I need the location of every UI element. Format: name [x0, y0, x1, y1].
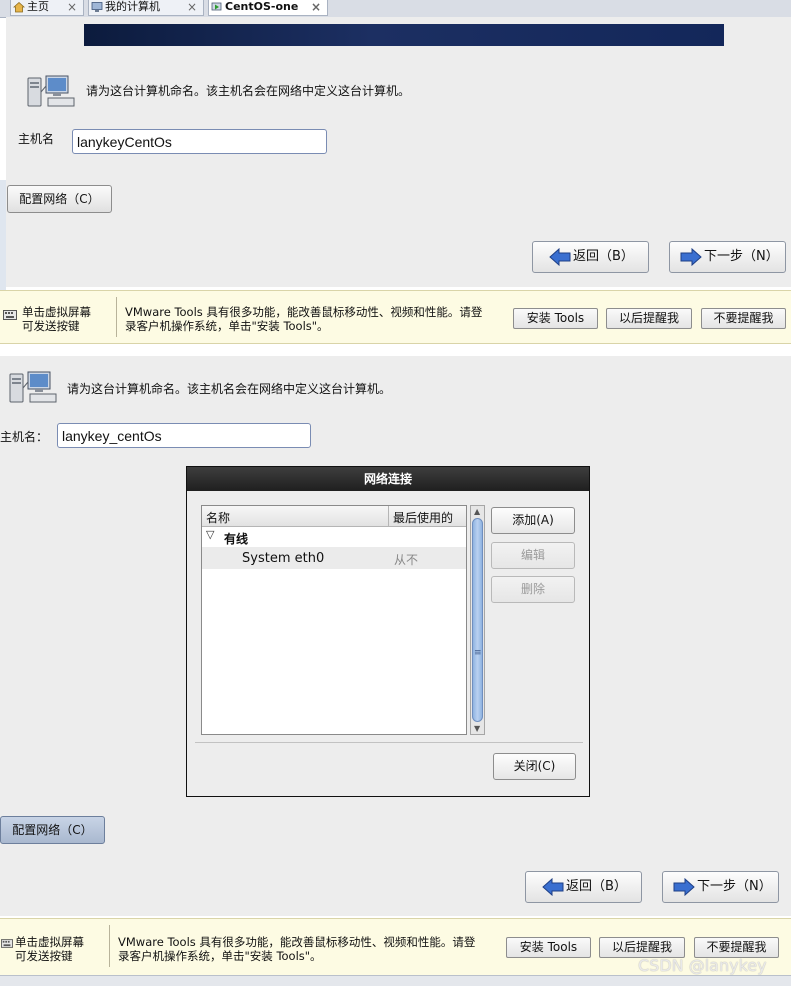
- vmware-tools-bar: 单击虚拟屏幕 可发送按键 VMware Tools 具有很多功能，能改善鼠标移动…: [0, 290, 791, 344]
- tab-centos-one[interactable]: CentOS-one ×: [208, 0, 328, 16]
- scroll-up-icon[interactable]: ▲: [474, 507, 480, 516]
- hostname-label: 主机名：: [0, 430, 49, 444]
- tab-my-computer[interactable]: 我的计算机 ×: [88, 0, 204, 16]
- tab-home-label: 主页: [27, 0, 49, 13]
- expander-down-icon[interactable]: ▽: [206, 528, 214, 541]
- host-sidebar-edge: [0, 180, 6, 290]
- grip-icon: ≡: [474, 648, 482, 658]
- next-button[interactable]: 下一步（N）: [662, 871, 779, 903]
- column-divider: [388, 506, 389, 526]
- remind-later-button[interactable]: 以后提醒我: [599, 937, 685, 958]
- column-last-used[interactable]: 最后使用的: [393, 509, 453, 526]
- click-screen-hint: 单击虚拟屏幕 可发送按键: [22, 305, 91, 333]
- arrow-right-icon: [673, 878, 695, 896]
- vmware-tools-message: VMware Tools 具有很多功能，能改善鼠标移动性、视频和性能。请登 录客…: [118, 935, 476, 963]
- back-button[interactable]: 返回（B）: [532, 241, 649, 273]
- connections-list[interactable]: 名称 最后使用的 ▽ 有线 System eth0 从不: [201, 505, 467, 735]
- tab-centos-one-label: CentOS-one: [225, 0, 299, 13]
- network-connections-dialog: 网络连接 名称 最后使用的 ▽ 有线 System eth0 从不 ▲ ≡ ▼ …: [186, 466, 590, 797]
- arrow-right-icon: [680, 248, 702, 266]
- configure-network-button[interactable]: 配置网络（C）: [7, 185, 112, 213]
- hostname-field[interactable]: [57, 423, 311, 448]
- home-icon: [13, 1, 25, 13]
- network-computers-icon: [27, 75, 75, 107]
- connection-last-used: 从不: [394, 553, 419, 567]
- hostname-label: 主机名: [18, 132, 55, 146]
- hostname-description: 请为这台计算机命名。该主机名会在网络中定义这台计算机。: [67, 382, 392, 396]
- connection-name: System eth0: [242, 551, 325, 566]
- list-header: 名称 最后使用的: [202, 506, 466, 527]
- install-tools-button[interactable]: 安装 Tools: [506, 937, 591, 958]
- status-bar: [0, 975, 791, 986]
- installer-banner: [84, 24, 724, 46]
- never-remind-button[interactable]: 不要提醒我: [694, 937, 779, 958]
- hostname-field[interactable]: [72, 129, 327, 154]
- list-scrollbar[interactable]: ▲ ≡ ▼: [470, 505, 485, 735]
- divider: [116, 297, 117, 337]
- keyboard-icon: [3, 310, 17, 320]
- close-icon[interactable]: ×: [67, 0, 77, 14]
- connection-row[interactable]: System eth0 从不: [202, 547, 466, 569]
- vm-running-icon: [211, 2, 222, 11]
- keyboard-icon: [1, 939, 13, 948]
- edit-connection-button[interactable]: 编辑: [491, 542, 575, 569]
- click-screen-hint: 单击虚拟屏幕 可发送按键: [15, 935, 84, 963]
- remind-later-button[interactable]: 以后提醒我: [606, 308, 692, 329]
- close-dialog-button[interactable]: 关闭(C): [493, 753, 576, 780]
- next-button-label: 下一步（N）: [704, 249, 779, 264]
- column-name[interactable]: 名称: [206, 509, 230, 526]
- back-button-label: 返回（B）: [566, 879, 627, 894]
- computer-icon: [91, 2, 103, 12]
- arrow-left-icon: [542, 878, 564, 896]
- back-button-label: 返回（B）: [573, 249, 634, 264]
- add-connection-button[interactable]: 添加(A): [491, 507, 575, 534]
- next-button[interactable]: 下一步（N）: [669, 241, 786, 273]
- group-label: 有线: [224, 532, 249, 546]
- close-icon[interactable]: ×: [187, 0, 197, 14]
- next-button-label: 下一步（N）: [697, 879, 772, 894]
- network-computers-icon: [9, 371, 57, 403]
- dialog-title: 网络连接: [187, 467, 589, 491]
- scroll-down-icon[interactable]: ▼: [474, 724, 480, 733]
- tab-home[interactable]: 主页 ×: [10, 0, 84, 16]
- dialog-separator: [195, 742, 583, 743]
- divider: [109, 925, 110, 967]
- arrow-left-icon: [549, 248, 571, 266]
- configure-network-button[interactable]: 配置网络（C）: [0, 816, 105, 844]
- group-row-wired[interactable]: ▽ 有线: [202, 527, 466, 547]
- back-button[interactable]: 返回（B）: [525, 871, 642, 903]
- hostname-description: 请为这台计算机命名。该主机名会在网络中定义这台计算机。: [86, 84, 411, 98]
- watermark: CSDN @lanykey: [638, 956, 767, 975]
- vmware-tools-message: VMware Tools 具有很多功能，能改善鼠标移动性、视频和性能。请登 录客…: [125, 305, 483, 333]
- scroll-thumb[interactable]: [472, 518, 483, 722]
- tab-my-computer-label: 我的计算机: [105, 0, 160, 13]
- never-remind-button[interactable]: 不要提醒我: [701, 308, 786, 329]
- install-tools-button[interactable]: 安装 Tools: [513, 308, 598, 329]
- delete-connection-button[interactable]: 删除: [491, 576, 575, 603]
- close-icon[interactable]: ×: [311, 0, 321, 14]
